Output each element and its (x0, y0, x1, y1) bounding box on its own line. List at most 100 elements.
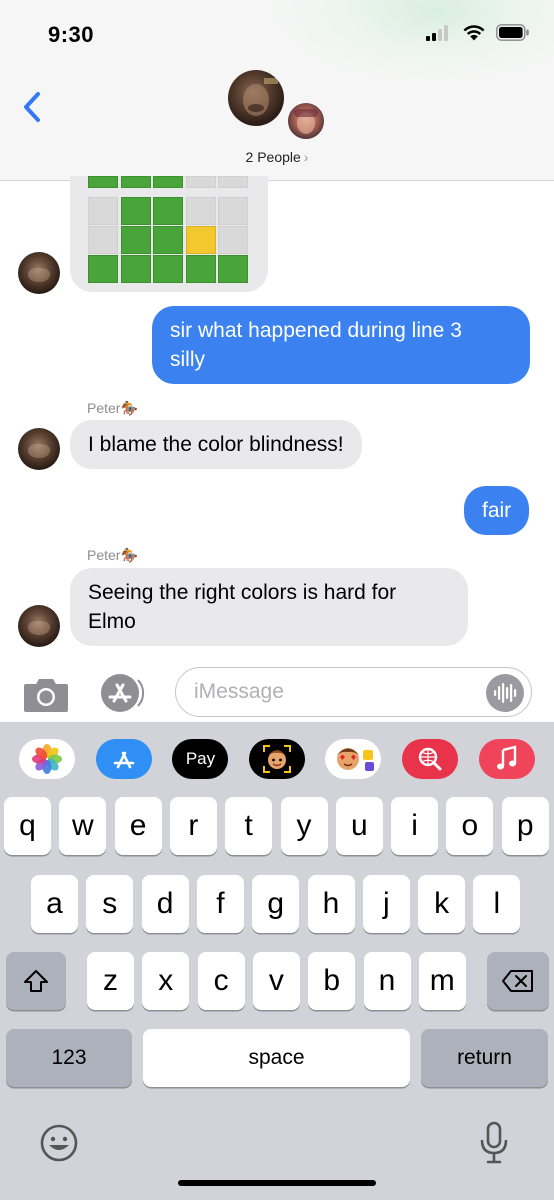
photos-app-button[interactable] (19, 739, 75, 779)
camera-icon[interactable] (22, 674, 70, 714)
conversation-header: 9:30 2 People › (0, 0, 554, 181)
key-e[interactable]: e (114, 797, 162, 855)
key-a[interactable]: a (31, 875, 78, 933)
wordle-tile (153, 197, 183, 225)
photos-icon (32, 744, 62, 774)
message-line: fair (482, 499, 512, 522)
imessage-input[interactable] (175, 667, 532, 717)
cellular-signal-icon (426, 24, 448, 41)
key-j[interactable]: j (362, 875, 410, 933)
outgoing-message-bubble[interactable]: fair (464, 486, 530, 535)
space-key[interactable]: space (143, 1029, 410, 1087)
outgoing-message-bubble[interactable]: sir what happened during line 3 silly (152, 306, 530, 384)
wordle-tile (218, 176, 248, 188)
memoji-app-button[interactable] (249, 739, 305, 779)
key-i[interactable]: i (391, 797, 439, 855)
apple-pay-label: Pay (185, 749, 216, 768)
messages-screen: 9:30 2 People › sir what happened during… (0, 0, 554, 1200)
home-indicator (178, 1180, 376, 1186)
animoji-stickers-icon (337, 748, 374, 771)
key-z[interactable]: z (87, 952, 134, 1010)
key-p[interactable]: p (501, 797, 549, 855)
delete-key[interactable] (487, 952, 549, 1010)
battery-icon (496, 24, 529, 41)
group-avatar-primary[interactable] (228, 70, 284, 126)
key-u[interactable]: u (335, 797, 383, 855)
web-search-app-button[interactable] (402, 739, 458, 779)
message-line: sir what happened during line 3 (170, 319, 462, 342)
wordle-tile (218, 197, 248, 225)
microphone-icon[interactable] (478, 1120, 510, 1166)
wordle-tile (153, 226, 183, 254)
key-f[interactable]: f (196, 875, 244, 933)
message-composer (0, 662, 554, 722)
imessage-app-strip: Pay (0, 722, 554, 798)
key-b[interactable]: b (308, 952, 356, 1010)
key-o[interactable]: o (446, 797, 494, 855)
key-k[interactable]: k (418, 875, 466, 933)
wordle-tile (218, 226, 248, 254)
app-store-icon (113, 751, 135, 769)
sender-avatar[interactable] (18, 252, 60, 294)
wordle-image-bubble[interactable] (70, 176, 268, 292)
group-avatar-secondary[interactable] (286, 101, 326, 141)
web-search-icon (418, 747, 442, 771)
key-s[interactable]: s (86, 875, 134, 933)
incoming-message-bubble[interactable]: I blame the color blindness! (70, 420, 362, 469)
numbers-key[interactable]: 123 (6, 1029, 132, 1087)
avatar-photo (243, 78, 278, 116)
group-people-link[interactable]: 2 People › (0, 149, 554, 165)
key-y[interactable]: y (280, 797, 328, 855)
wordle-tile (88, 255, 118, 283)
message-line: Elmo (88, 610, 136, 633)
key-r[interactable]: r (169, 797, 217, 855)
key-g[interactable]: g (252, 875, 300, 933)
status-time: 9:30 (48, 22, 95, 47)
wordle-tile (88, 226, 118, 254)
shift-key[interactable] (6, 952, 66, 1010)
app-store-app-button[interactable] (96, 739, 152, 779)
wordle-tile (153, 255, 183, 283)
app-store-icon[interactable] (98, 672, 150, 714)
wordle-tile (218, 255, 248, 283)
key-d[interactable]: d (141, 875, 189, 933)
apple-pay-button[interactable]: Pay (172, 739, 228, 779)
status-icons (426, 24, 530, 41)
key-w[interactable]: w (59, 797, 107, 855)
sender-name: Peter🏇 (87, 547, 138, 563)
sender-avatar[interactable] (18, 605, 60, 647)
keyboard: Pay q w e r t y u i o p a s d f g h j k … (0, 722, 554, 1200)
message-line: silly (170, 348, 205, 371)
key-x[interactable]: x (142, 952, 190, 1010)
music-app-button[interactable] (479, 739, 535, 779)
key-c[interactable]: c (197, 952, 245, 1010)
return-key[interactable]: return (421, 1029, 548, 1087)
chevron-right-icon: › (303, 149, 309, 165)
message-line: Seeing the right colors is hard for (88, 581, 397, 604)
key-h[interactable]: h (307, 875, 355, 933)
key-v[interactable]: v (252, 952, 300, 1010)
key-t[interactable]: t (225, 797, 273, 855)
wordle-tile (120, 226, 151, 254)
wordle-tile (185, 197, 216, 225)
back-chevron-icon[interactable] (20, 90, 46, 124)
sender-avatar[interactable] (18, 428, 60, 470)
incoming-message-bubble[interactable]: Seeing the right colors is hard for Elmo (70, 568, 468, 646)
wordle-tile (120, 197, 151, 225)
memoji-icon (263, 745, 291, 773)
avatar-photo (294, 109, 318, 134)
emoji-icon[interactable] (38, 1122, 80, 1164)
key-n[interactable]: n (363, 952, 411, 1010)
audio-message-button[interactable] (486, 674, 524, 712)
delete-icon (502, 970, 533, 992)
wordle-tile (153, 176, 183, 188)
key-q[interactable]: q (4, 797, 51, 855)
wifi-icon (463, 25, 485, 41)
memoji-stickers-app-button[interactable] (325, 739, 381, 779)
key-l[interactable]: l (473, 875, 521, 933)
audio-waveform-icon (494, 683, 517, 703)
wordle-tile (88, 197, 118, 225)
sender-name: Peter🏇 (87, 400, 138, 416)
key-m[interactable]: m (418, 952, 466, 1010)
wordle-tile (185, 176, 216, 188)
